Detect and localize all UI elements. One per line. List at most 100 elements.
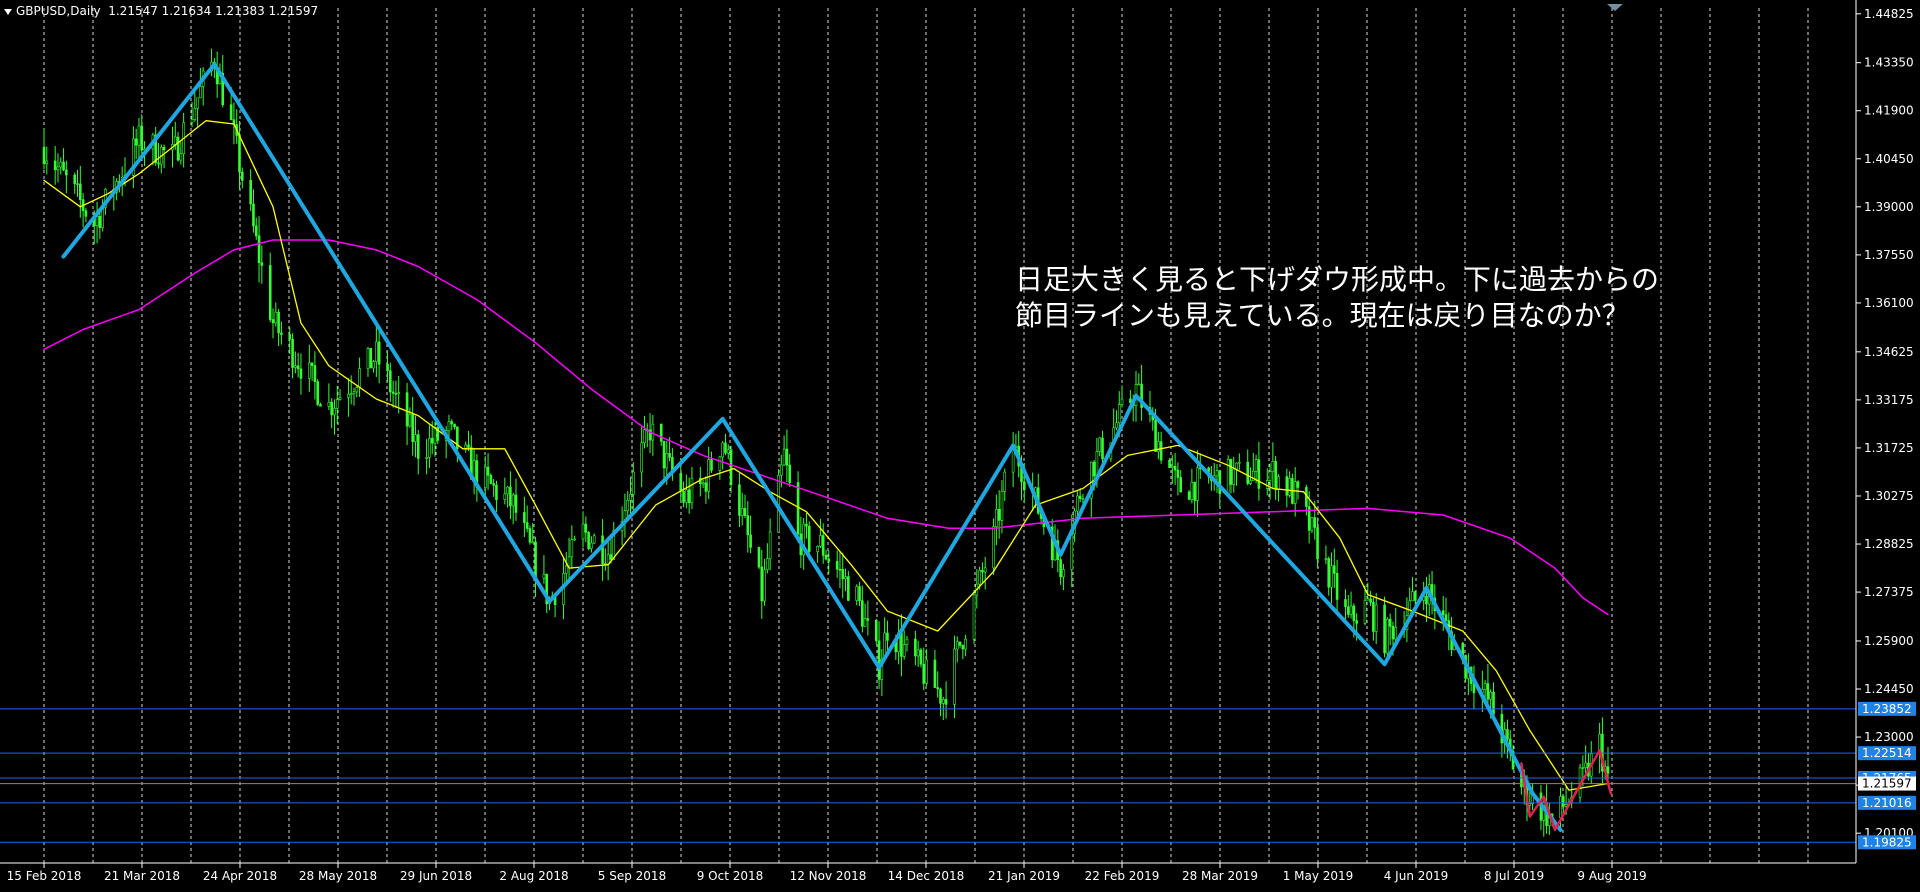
candle-body — [805, 523, 808, 527]
time-tick-label: 2 Aug 2018 — [499, 869, 568, 883]
candle-body — [1232, 468, 1236, 485]
candle-body — [1316, 527, 1319, 560]
candle-body — [157, 162, 160, 165]
candle-body — [821, 535, 825, 556]
chart-header: GBPUSD,Daily 1.21547 1.21634 1.21383 1.2… — [4, 4, 318, 18]
candle-body — [534, 541, 537, 579]
candle-body — [199, 86, 202, 99]
candle-body — [528, 528, 532, 543]
price-tick-label: 1.34625 — [1864, 345, 1914, 359]
candle-body — [42, 146, 46, 165]
candle-body — [447, 421, 451, 432]
candle-body — [651, 423, 655, 441]
candle-body — [746, 515, 750, 536]
candle-body — [668, 453, 671, 458]
candle-body — [514, 494, 518, 513]
candle-body — [425, 457, 428, 459]
candle-body — [1022, 481, 1026, 491]
candle-body — [260, 262, 264, 266]
candle-body — [73, 174, 77, 184]
candle-body — [411, 414, 414, 442]
annotation-line-2: 節目ラインも見えている。現在は戻り目なのか？ — [1015, 299, 1630, 332]
candle-body — [414, 434, 417, 442]
candle-body — [972, 594, 976, 640]
chart-background — [0, 0, 1920, 888]
candle-body — [1444, 614, 1448, 621]
candle-body — [240, 171, 244, 181]
ohlc-values: 1.21547 1.21634 1.21383 1.21597 — [108, 4, 319, 18]
caret-down-icon[interactable] — [4, 8, 12, 15]
level-badge-label: 1.19825 — [1862, 835, 1912, 849]
time-tick-label: 8 Jul 2019 — [1484, 869, 1544, 883]
candle-body — [640, 442, 643, 473]
candle-body — [509, 486, 512, 507]
candle-body — [819, 535, 822, 547]
price-tick-label: 1.44825 — [1864, 7, 1914, 21]
time-tick-label: 14 Dec 2018 — [888, 869, 965, 883]
candle-body — [995, 508, 998, 527]
candle-body — [685, 489, 688, 503]
candle-body — [1330, 565, 1333, 588]
candle-body — [1196, 467, 1199, 501]
candle-body — [408, 414, 412, 427]
candle-body — [807, 525, 811, 552]
candle-body — [347, 393, 350, 398]
candle-body — [768, 531, 772, 559]
candle-body — [1288, 478, 1291, 496]
candle-body — [866, 618, 870, 621]
candle-body — [53, 160, 57, 171]
candle-body — [1168, 459, 1171, 468]
price-chart[interactable]: 1.44825 1.43350 1.41900 1.40450 1.39000 1.375… — [0, 0, 1920, 888]
candle-body — [1254, 459, 1258, 472]
candle-body — [1277, 476, 1280, 491]
candle-body — [738, 484, 741, 516]
candle-body — [933, 659, 937, 688]
candle-body — [430, 437, 434, 444]
candle-body — [503, 493, 507, 500]
price-tick-label: 1.36100 — [1864, 296, 1914, 310]
candle-body — [366, 348, 370, 369]
chart-window[interactable]: 1.44825 1.43350 1.41900 1.40450 1.39000 1.375… — [0, 0, 1920, 888]
candle-body — [495, 484, 498, 500]
candle-body — [916, 649, 920, 657]
price-tick-label: 1.28825 — [1864, 537, 1914, 551]
price-tick-label: 1.40450 — [1864, 152, 1914, 166]
candle-body — [1388, 618, 1392, 627]
candle-body — [936, 687, 940, 690]
candle-body — [238, 135, 241, 173]
candle-body — [162, 146, 166, 151]
candle-body — [914, 638, 917, 657]
candle-body — [1257, 459, 1261, 489]
price-tick-label: 1.43350 — [1864, 56, 1914, 70]
candle-body — [590, 542, 593, 549]
candle-body — [1411, 591, 1414, 602]
candle-body — [492, 483, 495, 486]
candle-body — [1441, 610, 1445, 616]
candle-body — [98, 216, 102, 228]
candle-body — [391, 391, 395, 394]
candle-body — [1369, 598, 1372, 603]
time-tick-label: 1 May 2019 — [1283, 869, 1354, 883]
candle-body — [749, 534, 752, 548]
candle-body — [679, 472, 683, 492]
candle-body — [1333, 565, 1336, 574]
current-price-label: 1.21597 — [1862, 777, 1912, 791]
price-tick-label: 1.27375 — [1864, 585, 1914, 599]
candle-body — [721, 442, 724, 458]
candle-body — [1137, 383, 1141, 386]
candle-body — [394, 392, 398, 395]
candle-body — [581, 523, 585, 540]
time-tick-label: 22 Feb 2019 — [1085, 869, 1160, 883]
candle-body — [280, 332, 283, 335]
price-tick-label: 1.24450 — [1864, 682, 1914, 696]
candle-body — [179, 153, 183, 161]
candle-body — [1285, 476, 1289, 496]
candle-body — [313, 365, 317, 382]
candle-body — [389, 370, 392, 393]
candle-body — [609, 554, 613, 560]
candle-body — [1238, 461, 1241, 464]
candle-body — [1190, 481, 1194, 500]
candle-body — [1374, 604, 1378, 632]
candle-body — [1265, 480, 1269, 489]
candle-body — [45, 160, 49, 165]
